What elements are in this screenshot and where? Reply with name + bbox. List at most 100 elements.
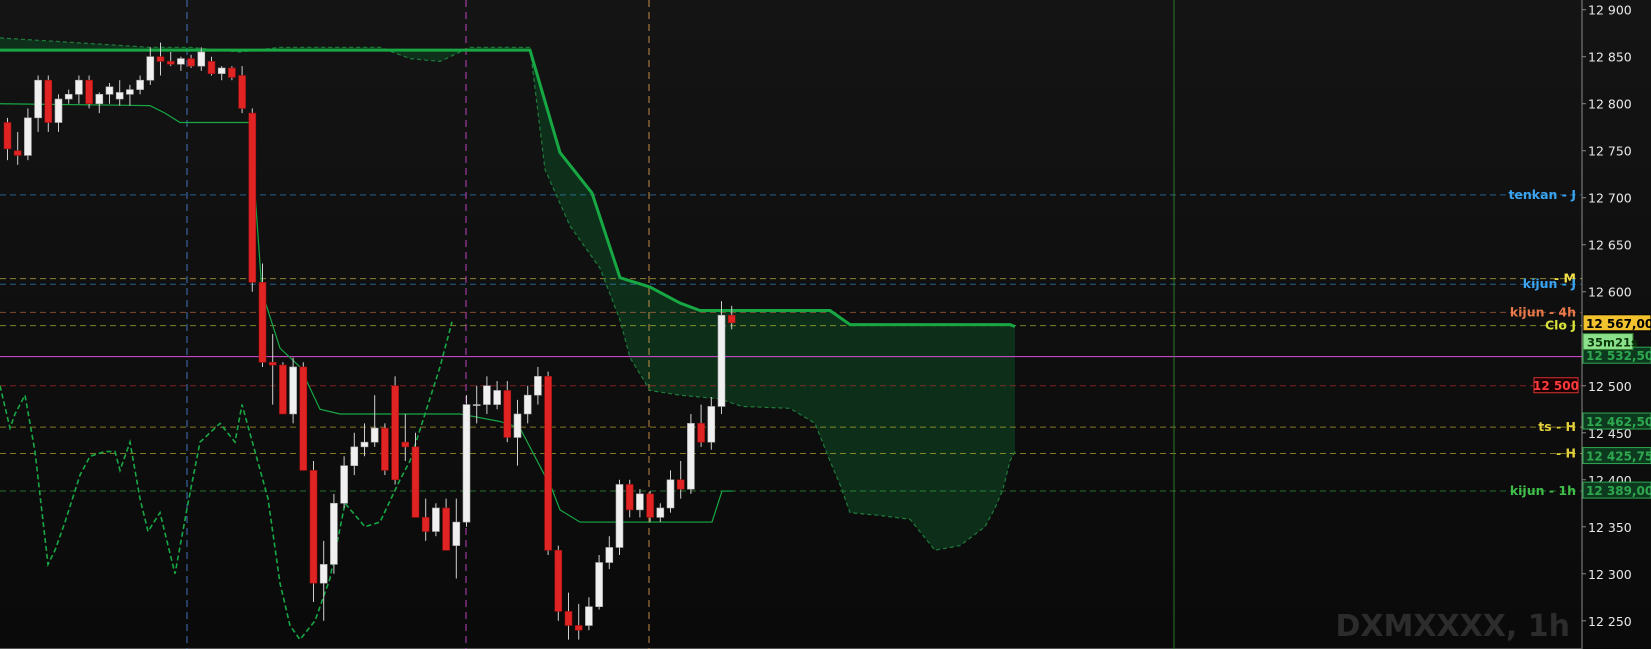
candle[interactable] <box>166 61 175 65</box>
candle[interactable] <box>299 366 308 471</box>
candle[interactable] <box>595 562 603 607</box>
candle[interactable] <box>391 385 399 481</box>
candle[interactable] <box>340 465 348 504</box>
candle[interactable] <box>95 94 104 105</box>
level-label: - H <box>1556 445 1576 460</box>
price-tag-label: 12 389,00 <box>1586 484 1651 498</box>
candle[interactable] <box>717 314 726 407</box>
candle[interactable] <box>156 56 165 62</box>
candle[interactable] <box>217 67 226 74</box>
candle[interactable] <box>615 484 624 548</box>
candle[interactable] <box>636 493 644 511</box>
level-label: kijun - J <box>1523 276 1576 291</box>
candle[interactable] <box>697 423 705 443</box>
candle[interactable] <box>534 376 542 396</box>
candle[interactable] <box>197 51 206 67</box>
candle[interactable] <box>513 413 522 438</box>
level-label: ts - H <box>1538 419 1576 434</box>
candle[interactable] <box>13 150 22 156</box>
candle[interactable] <box>727 314 736 324</box>
candle[interactable] <box>279 364 287 415</box>
candle[interactable] <box>3 122 12 150</box>
candle[interactable] <box>421 517 430 532</box>
candle[interactable] <box>462 404 471 523</box>
candle[interactable] <box>687 423 695 490</box>
candle[interactable] <box>75 79 83 95</box>
candle[interactable] <box>523 394 532 415</box>
y-tick-label: 12 850 <box>1588 50 1632 65</box>
candle[interactable] <box>666 479 675 509</box>
candle[interactable] <box>676 479 685 490</box>
candle[interactable] <box>483 385 491 405</box>
y-tick-label: 12 500 <box>1588 379 1632 394</box>
candle[interactable] <box>432 507 440 532</box>
candle[interactable] <box>268 361 277 366</box>
candle[interactable] <box>126 89 134 95</box>
candle[interactable] <box>258 282 267 363</box>
y-tick-label: 12 900 <box>1588 3 1632 18</box>
candle[interactable] <box>503 390 512 438</box>
candle[interactable] <box>228 67 236 78</box>
candle[interactable] <box>238 75 246 109</box>
y-tick-label: 12 750 <box>1588 144 1632 159</box>
candle[interactable] <box>187 58 195 67</box>
candle[interactable] <box>625 484 634 511</box>
price-tag-label: 12 532,50 <box>1586 349 1651 363</box>
y-tick-label: 12 700 <box>1588 191 1632 206</box>
candle[interactable] <box>54 98 63 123</box>
y-tick-label: 12 800 <box>1588 97 1632 112</box>
candle[interactable] <box>350 446 359 466</box>
watermark-label: DXMXXXX, 1h <box>1336 609 1570 644</box>
y-tick-label: 12 300 <box>1588 567 1632 582</box>
candle[interactable] <box>544 376 552 551</box>
level-label: Clo J <box>1545 318 1576 333</box>
candle[interactable] <box>401 441 410 448</box>
y-tick-label: 12 650 <box>1588 238 1632 253</box>
candle[interactable] <box>34 79 42 119</box>
candle[interactable] <box>707 406 716 443</box>
candle[interactable] <box>289 366 297 415</box>
candle[interactable] <box>554 549 563 612</box>
candle[interactable] <box>442 507 450 551</box>
level-label: tenkan - J <box>1508 187 1576 202</box>
candle[interactable] <box>207 61 216 74</box>
candle[interactable] <box>146 56 155 81</box>
price-tag-label: 12 425,75 <box>1586 450 1651 464</box>
candle[interactable] <box>64 94 73 100</box>
candle[interactable] <box>115 92 124 100</box>
candle[interactable] <box>656 507 665 518</box>
candle[interactable] <box>585 606 593 626</box>
chikou-line <box>0 321 453 641</box>
countdown-label: 35m21s <box>1587 336 1638 350</box>
candle[interactable] <box>493 390 501 405</box>
candle[interactable] <box>381 427 389 471</box>
y-tick-label: 12 250 <box>1588 614 1632 629</box>
candle[interactable] <box>360 441 369 448</box>
candle[interactable] <box>44 79 53 123</box>
candle[interactable] <box>177 58 185 65</box>
y-tick-label: 12 600 <box>1588 285 1632 300</box>
chart-area[interactable]: DXMXXXX, 1h 12 900 12 850 12 800 12 750 12 70… <box>0 0 1651 649</box>
candle[interactable] <box>248 112 257 283</box>
level-label: 12 500 <box>1533 379 1579 393</box>
candle[interactable] <box>574 625 583 631</box>
candle[interactable] <box>85 79 93 105</box>
ichimoku-cloud <box>0 37 1015 551</box>
candle[interactable] <box>105 86 114 95</box>
candle[interactable] <box>319 564 328 584</box>
y-tick-label: 12 350 <box>1588 520 1632 535</box>
candle[interactable] <box>309 470 318 584</box>
candle[interactable] <box>136 79 144 90</box>
candle[interactable] <box>452 521 461 546</box>
candle[interactable] <box>370 427 379 443</box>
candle[interactable] <box>646 493 654 518</box>
price-chart[interactable]: DXMXXXX, 1h 12 900 12 850 12 800 12 750 12 70… <box>0 0 1651 649</box>
candle[interactable] <box>411 446 420 518</box>
candle[interactable] <box>24 117 32 156</box>
candle[interactable] <box>330 502 338 565</box>
candle[interactable] <box>472 404 481 406</box>
candle[interactable] <box>564 611 573 626</box>
kijun-line <box>0 48 1016 328</box>
price-tag-label: 12 567,00 <box>1586 317 1651 331</box>
candle[interactable] <box>605 547 614 563</box>
